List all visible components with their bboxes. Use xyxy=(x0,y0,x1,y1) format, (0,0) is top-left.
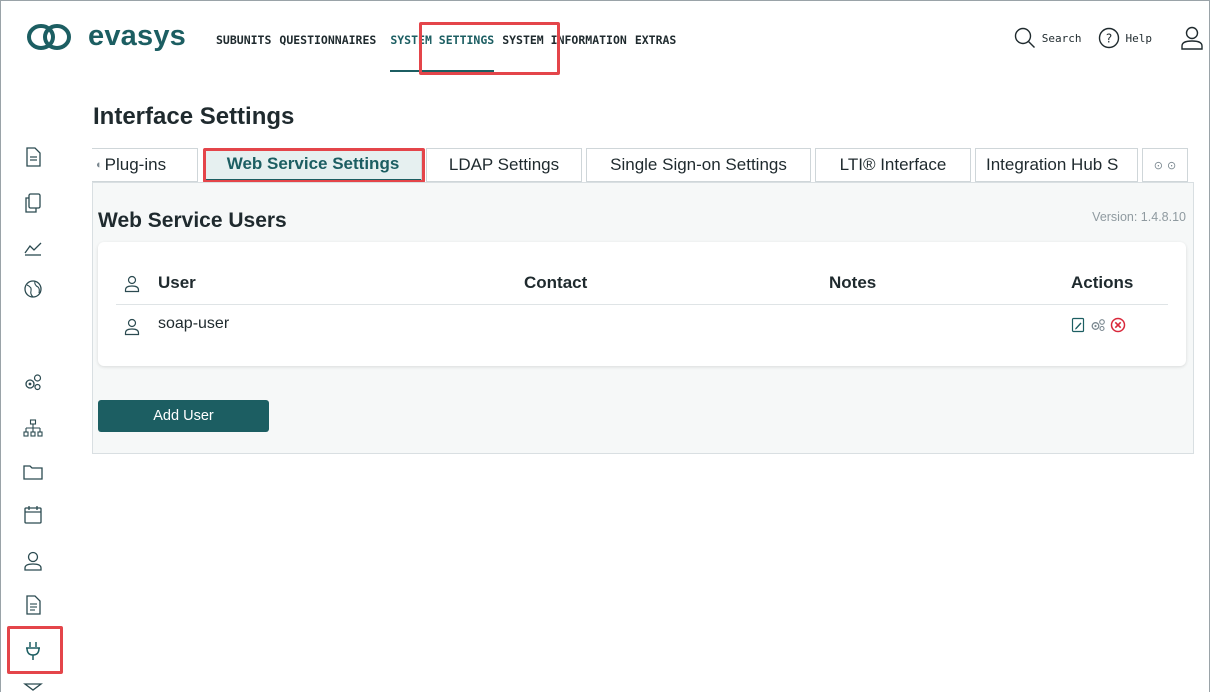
table-header-divider xyxy=(116,304,1168,305)
plug-icon[interactable] xyxy=(22,640,44,662)
nav-highlight-box xyxy=(419,22,560,75)
page-title: Interface Settings xyxy=(93,103,295,130)
tab-ldap-settings-label: LDAP Settings xyxy=(448,155,560,174)
help-icon: ? xyxy=(1098,27,1119,49)
user-icon[interactable] xyxy=(22,550,44,572)
report-icon[interactable] xyxy=(22,594,44,616)
column-header-user[interactable]: User xyxy=(158,273,196,293)
permissions-gear-icon[interactable] xyxy=(1090,317,1106,333)
top-bar: evasys SUBUNITS QUESTIONNAIRES SYSTEM SE… xyxy=(0,0,1210,80)
search-label: Search xyxy=(1041,31,1082,45)
column-header-contact[interactable]: Contact xyxy=(524,273,587,293)
tab-integration-hub[interactable]: Integration Hub S xyxy=(975,148,1138,182)
folder-icon[interactable] xyxy=(22,461,44,483)
scroll-right-icon[interactable]: ⊙ xyxy=(1154,159,1163,172)
tab-scroll-controls: ⊙ ⊙ xyxy=(1142,148,1188,182)
mail-icon[interactable] xyxy=(22,682,44,692)
column-header-actions: Actions xyxy=(1071,273,1134,292)
svg-text:?: ? xyxy=(1105,32,1111,46)
version-label: Version: 1.4.8.10 xyxy=(1092,210,1186,224)
nav-questionnaires[interactable]: QUESTIONNAIRES xyxy=(279,33,384,47)
user-column-icon xyxy=(124,275,140,293)
user-name-cell: soap-user xyxy=(158,315,230,332)
column-header-notes[interactable]: Notes xyxy=(829,273,876,293)
search-button[interactable]: Search xyxy=(1014,27,1082,49)
delete-icon[interactable] xyxy=(1110,317,1126,333)
search-icon xyxy=(1014,27,1035,48)
tab-integration-hub-label: Integration Hub S xyxy=(986,155,1119,174)
nav-extras[interactable]: EXTRAS xyxy=(635,33,685,47)
tab-lti-interface[interactable]: LTI® Interface xyxy=(815,148,971,182)
section-title: Web Service Users xyxy=(98,209,287,232)
copy-icon[interactable] xyxy=(22,192,44,214)
tab-single-sign-on-settings-label: Single Sign-on Settings xyxy=(610,155,787,174)
calendar-icon[interactable] xyxy=(22,504,44,526)
hierarchy-icon[interactable] xyxy=(22,418,44,440)
evasys-logo-icon[interactable] xyxy=(26,22,72,52)
document-icon[interactable] xyxy=(22,146,44,168)
help-label: Help xyxy=(1125,31,1153,45)
edit-icon[interactable] xyxy=(1070,317,1086,333)
tab-ldap-settings[interactable]: LDAP Settings xyxy=(426,148,582,182)
tab-highlight-box xyxy=(203,148,425,183)
top-right-tools: Search ? Help xyxy=(1014,26,1210,50)
chart-icon[interactable] xyxy=(22,236,44,258)
sidebar xyxy=(0,80,66,692)
globe-icon[interactable] xyxy=(22,278,44,300)
tab-lti-interface-label: LTI® Interface xyxy=(839,155,947,174)
help-button[interactable]: ? Help xyxy=(1098,27,1153,49)
nav-subunits[interactable]: SUBUNITS xyxy=(216,33,279,47)
row-actions xyxy=(1070,317,1126,333)
user-row-icon xyxy=(124,318,140,336)
tab-plug-ins[interactable]: ◐ Plug-ins xyxy=(92,148,198,182)
tab-plug-ins-label: Plug-ins xyxy=(104,155,167,174)
add-user-button[interactable]: Add User xyxy=(98,400,269,432)
gears-icon[interactable] xyxy=(22,372,44,394)
tab-menu-icon[interactable]: ⊙ xyxy=(1167,159,1176,172)
account-icon[interactable] xyxy=(1180,25,1204,51)
scroll-left-icon[interactable]: ◐ xyxy=(96,159,103,171)
tab-single-sign-on-settings[interactable]: Single Sign-on Settings xyxy=(586,148,811,182)
brand-name[interactable]: evasys xyxy=(88,20,186,53)
